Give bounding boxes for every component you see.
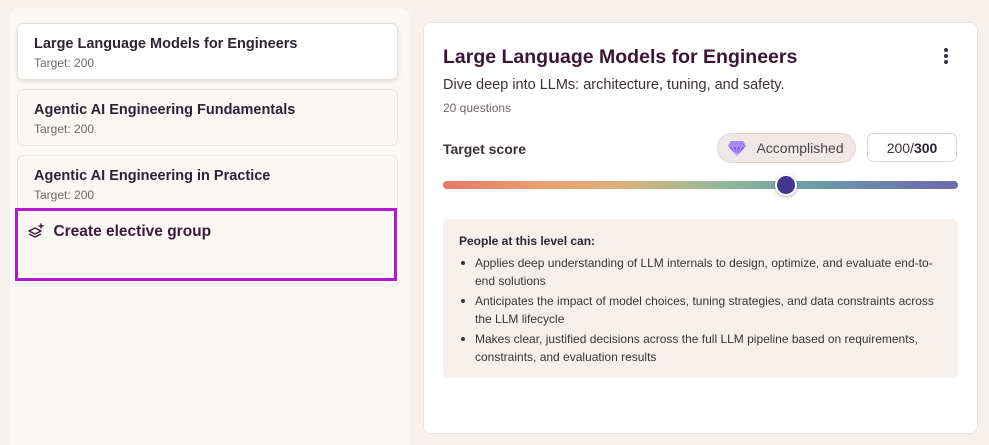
course-detail-panel: Large Language Models for Engineers Dive… [423, 22, 978, 434]
course-card-llm-engineers[interactable]: Large Language Models for Engineers Targ… [17, 23, 398, 80]
app-root: Large Language Models for Engineers Targ… [0, 0, 989, 445]
target-score-input[interactable]: 200/300 [867, 133, 957, 162]
create-elective-group-label: Create elective group [53, 223, 212, 240]
target-score-slider[interactable] [443, 174, 958, 196]
target-score-label: Target score [443, 141, 526, 157]
level-badge-label: Accomplished [756, 140, 844, 156]
more-options-icon[interactable] [939, 48, 953, 66]
slider-thumb[interactable] [775, 174, 798, 196]
course-target: Target: 200 [34, 188, 95, 202]
level-badge: Accomplished [717, 133, 856, 163]
course-target: Target: 200 [34, 122, 95, 136]
score-total: 300 [913, 140, 938, 156]
course-card-agentic-fundamentals[interactable]: Agentic AI Engineering Fundamentals Targ… [17, 89, 398, 146]
course-title: Large Language Models for Engineers [34, 36, 298, 52]
detail-title: Large Language Models for Engineers [443, 46, 798, 68]
course-target: Target: 200 [34, 56, 95, 70]
level-list: Applies deep understanding of LLM intern… [459, 254, 942, 366]
level-description-box: People at this level can: Applies deep u… [443, 219, 958, 378]
course-card-agentic-practice[interactable]: Agentic AI Engineering in Practice Targe… [17, 155, 398, 212]
create-elective-group-button[interactable]: Create elective group [15, 208, 397, 281]
score-value: 200 [886, 140, 911, 156]
level-heading: People at this level can: [459, 234, 596, 248]
layers-plus-icon [27, 223, 45, 241]
level-list-item: Applies deep understanding of LLM intern… [459, 254, 942, 290]
course-title: Agentic AI Engineering in Practice [34, 168, 271, 184]
gem-icon [727, 139, 747, 157]
level-list-item: Makes clear, justified decisions across … [459, 330, 942, 366]
question-count: 20 questions [443, 101, 512, 115]
level-list-item: Anticipates the impact of model choices,… [459, 292, 942, 328]
detail-description: Dive deep into LLMs: architecture, tunin… [443, 77, 785, 93]
course-title: Agentic AI Engineering Fundamentals [34, 102, 296, 118]
